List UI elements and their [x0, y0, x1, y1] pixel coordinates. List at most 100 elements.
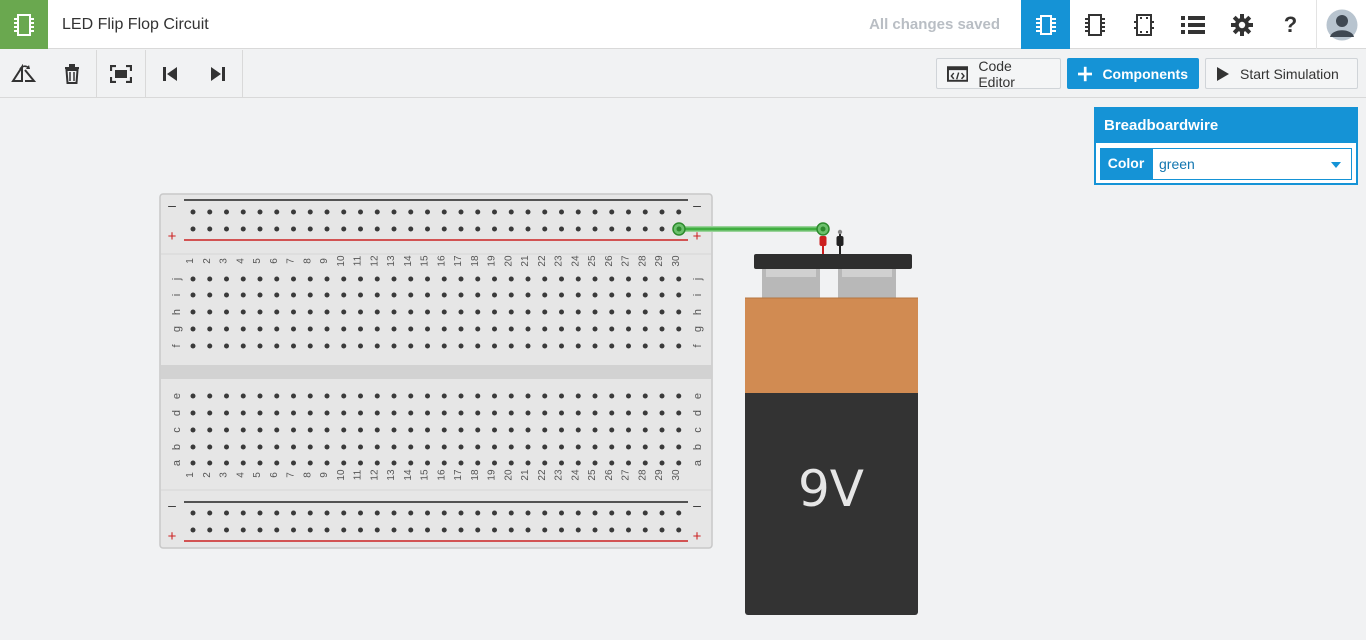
breadboard-hole[interactable]: [475, 309, 481, 315]
breadboard-hole[interactable]: [257, 343, 263, 349]
rail-hole[interactable]: [358, 209, 363, 215]
breadboard-hole[interactable]: [374, 427, 380, 433]
settings-icon[interactable]: [1217, 0, 1266, 49]
breadboard-hole[interactable]: [542, 343, 548, 349]
rail-hole[interactable]: [475, 209, 481, 215]
breadboard-hole[interactable]: [425, 410, 430, 416]
breadboard-hole[interactable]: [224, 292, 229, 298]
rail-hole[interactable]: [324, 527, 330, 533]
breadboard-hole[interactable]: [408, 343, 414, 349]
breadboard-hole[interactable]: [374, 410, 380, 416]
breadboard-hole[interactable]: [207, 393, 213, 399]
breadboard-hole[interactable]: [542, 427, 548, 433]
breadboard-hole[interactable]: [425, 427, 430, 433]
breadboard-hole[interactable]: [575, 276, 581, 282]
breadboard-hole[interactable]: [324, 393, 330, 399]
rail-hole[interactable]: [391, 209, 397, 215]
breadboard-hole[interactable]: [441, 326, 447, 332]
rail-hole[interactable]: [190, 527, 196, 533]
breadboard-hole[interactable]: [559, 326, 564, 332]
breadboard-hole[interactable]: [190, 393, 196, 399]
rail-hole[interactable]: [291, 510, 296, 516]
breadboard-hole[interactable]: [240, 444, 246, 450]
schematic-view-icon[interactable]: [1119, 0, 1168, 49]
breadboard-hole[interactable]: [257, 410, 263, 416]
breadboard-hole[interactable]: [341, 309, 347, 315]
rail-hole[interactable]: [441, 510, 447, 516]
breadboard-hole[interactable]: [291, 427, 296, 433]
breadboard-hole[interactable]: [224, 427, 229, 433]
breadboard-hole[interactable]: [475, 393, 481, 399]
breadboard-hole[interactable]: [291, 444, 296, 450]
breadboard-hole[interactable]: [257, 393, 263, 399]
breadboard-hole[interactable]: [274, 343, 280, 349]
rail-hole[interactable]: [575, 527, 581, 533]
breadboard-hole[interactable]: [240, 343, 246, 349]
rail-hole[interactable]: [190, 510, 196, 516]
rail-hole[interactable]: [508, 226, 514, 232]
breadboard-hole[interactable]: [626, 444, 631, 450]
breadboard-hole[interactable]: [307, 444, 313, 450]
breadboard-hole[interactable]: [609, 326, 615, 332]
breadboard-hole[interactable]: [575, 292, 581, 298]
help-icon[interactable]: ?: [1266, 0, 1315, 49]
breadboard-hole[interactable]: [525, 393, 531, 399]
rail-hole[interactable]: [224, 209, 229, 215]
rail-hole[interactable]: [659, 209, 665, 215]
breadboard-hole[interactable]: [257, 460, 263, 466]
breadboard-hole[interactable]: [408, 276, 414, 282]
breadboard-hole[interactable]: [324, 410, 330, 416]
breadboard-hole[interactable]: [559, 309, 564, 315]
breadboard-hole[interactable]: [374, 276, 380, 282]
breadboard-hole[interactable]: [358, 292, 363, 298]
breadboard-hole[interactable]: [358, 343, 363, 349]
breadboard-hole[interactable]: [307, 309, 313, 315]
breadboard-hole[interactable]: [391, 292, 397, 298]
breadboard-hole[interactable]: [207, 410, 213, 416]
rail-hole[interactable]: [441, 209, 447, 215]
breadboard-hole[interactable]: [441, 309, 447, 315]
breadboard-hole[interactable]: [408, 444, 414, 450]
rail-hole[interactable]: [508, 209, 514, 215]
breadboard-hole[interactable]: [559, 410, 564, 416]
rail-hole[interactable]: [659, 527, 665, 533]
breadboard-hole[interactable]: [224, 276, 229, 282]
breadboard-hole[interactable]: [274, 292, 280, 298]
rail-hole[interactable]: [592, 226, 598, 232]
breadboard-hole[interactable]: [676, 276, 682, 282]
rail-hole[interactable]: [508, 527, 514, 533]
rail-hole[interactable]: [525, 527, 531, 533]
breadboard-hole[interactable]: [542, 309, 548, 315]
breadboard-hole[interactable]: [307, 393, 313, 399]
rail-hole[interactable]: [626, 510, 631, 516]
breadboard-hole[interactable]: [659, 326, 665, 332]
rail-hole[interactable]: [559, 527, 564, 533]
breadboard-hole[interactable]: [642, 292, 648, 298]
breadboard-hole[interactable]: [659, 460, 665, 466]
breadboard-hole[interactable]: [508, 427, 514, 433]
breadboard-hole[interactable]: [609, 410, 615, 416]
breadboard-hole[interactable]: [358, 393, 363, 399]
rail-hole[interactable]: [224, 527, 229, 533]
rail-hole[interactable]: [358, 226, 363, 232]
breadboard-hole[interactable]: [575, 427, 581, 433]
breadboard-hole[interactable]: [358, 326, 363, 332]
breadboard-hole[interactable]: [676, 393, 682, 399]
breadboard-hole[interactable]: [291, 276, 296, 282]
breadboard-hole[interactable]: [475, 444, 481, 450]
breadboard-hole[interactable]: [425, 460, 430, 466]
rail-hole[interactable]: [408, 226, 414, 232]
breadboard-hole[interactable]: [676, 292, 682, 298]
breadboard-hole[interactable]: [391, 343, 397, 349]
breadboard-hole[interactable]: [458, 326, 464, 332]
breadboard-hole[interactable]: [207, 292, 213, 298]
breadboard-hole[interactable]: [190, 309, 196, 315]
breadboard-hole[interactable]: [441, 427, 447, 433]
breadboard-hole[interactable]: [291, 460, 296, 466]
breadboard-hole[interactable]: [609, 393, 615, 399]
breadboard-hole[interactable]: [676, 326, 682, 332]
rail-hole[interactable]: [257, 510, 263, 516]
breadboard-hole[interactable]: [441, 343, 447, 349]
breadboard-hole[interactable]: [575, 444, 581, 450]
breadboard-hole[interactable]: [391, 309, 397, 315]
